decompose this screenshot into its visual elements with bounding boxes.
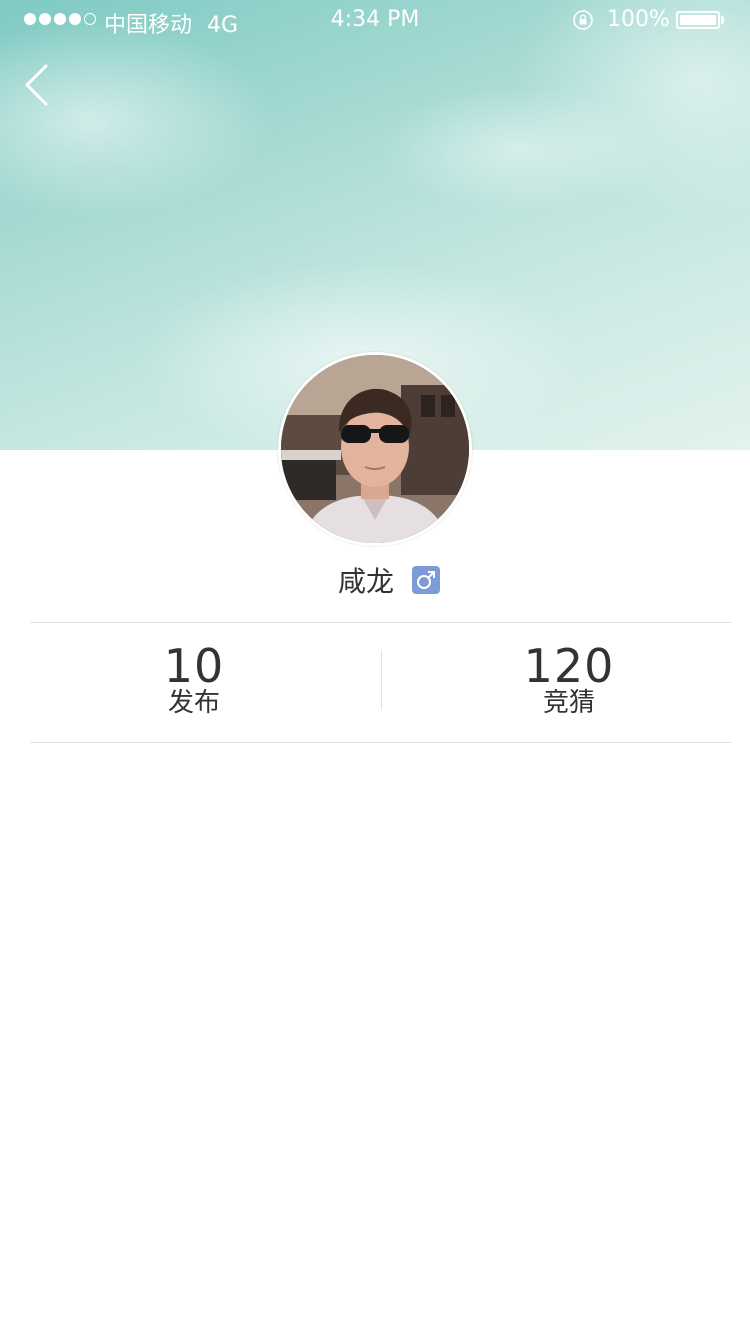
stat-guesses-value: 120 — [523, 639, 615, 693]
stat-posts-label: 发布 — [167, 688, 220, 718]
status-bar: 中国移动 4G 4:34 PM 100% — [0, 0, 750, 40]
back-button[interactable] — [14, 58, 64, 112]
battery-level — [680, 15, 716, 25]
male-gender-icon — [412, 566, 440, 594]
stat-guesses[interactable]: 120 竞猜 — [469, 640, 669, 718]
stat-posts-value: 10 — [163, 639, 225, 693]
avatar-photo — [281, 355, 469, 543]
battery-percent: 100% — [607, 7, 670, 32]
profile-name: 咸龙 — [337, 565, 394, 598]
battery-cap — [721, 16, 724, 24]
orientation-lock-icon — [573, 10, 593, 30]
chevron-left-icon — [25, 64, 48, 106]
stat-guesses-label: 竞猜 — [542, 688, 595, 718]
stat-posts[interactable]: 10 发布 — [94, 640, 294, 718]
stat-separator — [381, 650, 382, 710]
divider-top — [30, 622, 732, 623]
battery-icon — [676, 11, 720, 29]
divider-bottom — [30, 742, 732, 743]
profile-screen: 中国移动 4G 4:34 PM 100% 咸龙 10 发布 120 竞猜 — [0, 0, 750, 1334]
avatar[interactable] — [278, 352, 472, 546]
profile-name-row: 咸龙 — [0, 558, 750, 602]
